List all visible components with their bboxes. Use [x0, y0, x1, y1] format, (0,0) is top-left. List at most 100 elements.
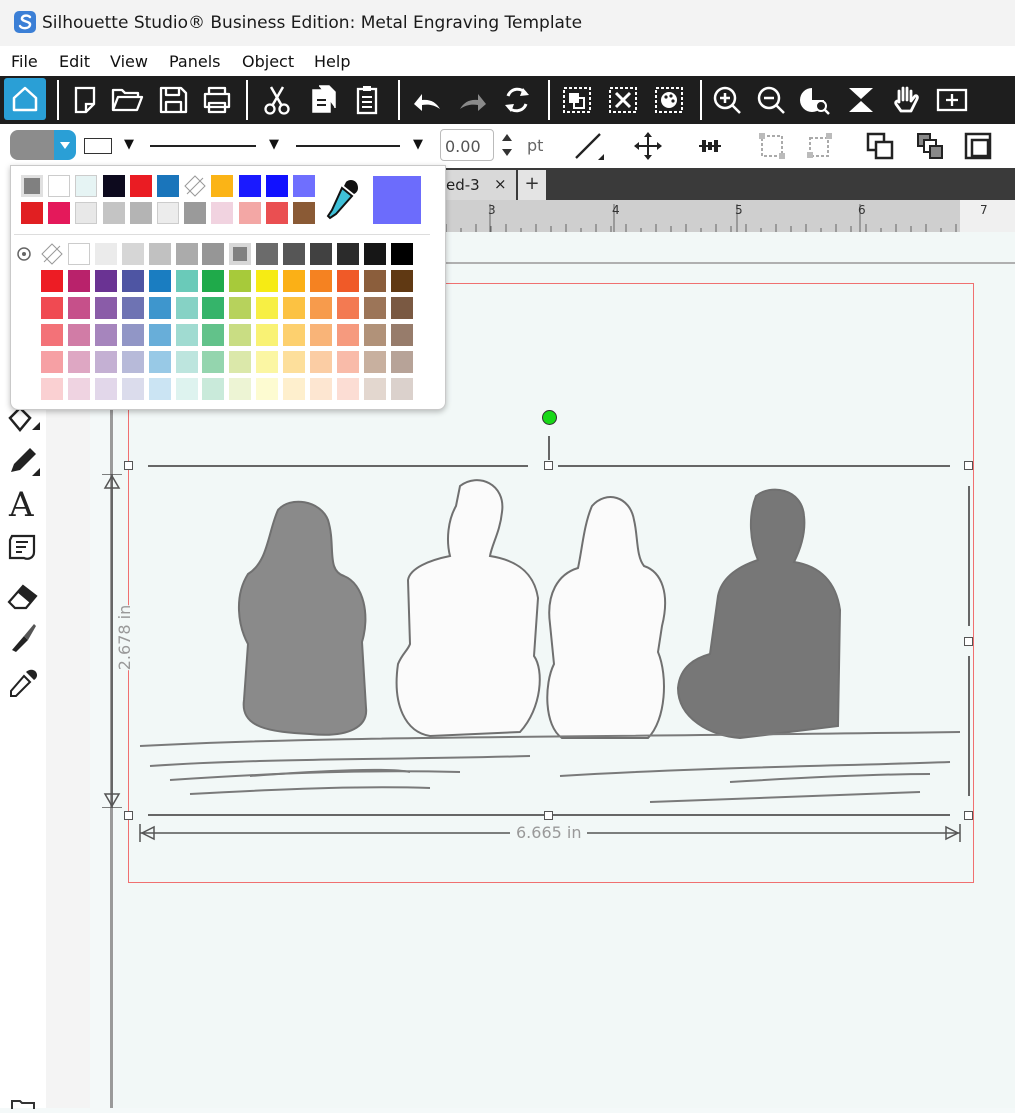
palette-color-swatch[interactable]	[148, 243, 171, 265]
palette-color-swatch[interactable]	[283, 378, 306, 400]
palette-color-swatch[interactable]	[256, 378, 279, 400]
recent-color-swatch[interactable]	[184, 175, 206, 197]
fill-color-dropdown[interactable]	[54, 130, 76, 160]
palette-color-swatch[interactable]	[310, 243, 332, 265]
palette-color-swatch[interactable]	[121, 351, 144, 373]
paste-icon[interactable]	[350, 84, 384, 116]
palette-color-swatch[interactable]	[336, 378, 359, 400]
color-wheel-icon[interactable]	[16, 246, 32, 262]
palette-color-swatch[interactable]	[175, 243, 198, 265]
pan-hand-icon[interactable]	[890, 84, 924, 116]
fill-color-swatch[interactable]	[10, 130, 54, 160]
palette-color-swatch[interactable]	[336, 297, 359, 319]
resize-handle[interactable]	[964, 637, 973, 646]
palette-color-swatch[interactable]	[148, 324, 171, 346]
line-style-rect-icon[interactable]	[84, 138, 112, 154]
palette-color-swatch[interactable]	[390, 378, 413, 400]
recent-color-swatch[interactable]	[265, 202, 288, 224]
palette-color-swatch[interactable]	[256, 270, 279, 292]
palette-color-swatch[interactable]	[94, 270, 117, 292]
menu-object[interactable]: Object	[242, 52, 294, 71]
ungroup-icon[interactable]	[606, 84, 640, 116]
palette-color-swatch[interactable]	[175, 270, 198, 292]
palette-color-swatch[interactable]	[310, 324, 332, 346]
palette-color-swatch[interactable]	[229, 324, 252, 346]
palette-color-swatch[interactable]	[94, 351, 117, 373]
pencil-tool-icon[interactable]	[6, 444, 40, 478]
palette-color-swatch[interactable]	[202, 378, 225, 400]
menu-file[interactable]: File	[11, 52, 38, 71]
palette-color-swatch[interactable]	[67, 297, 90, 319]
menu-panels[interactable]: Panels	[169, 52, 221, 71]
palette-color-swatch[interactable]	[202, 324, 225, 346]
text-tool-icon[interactable]: A	[6, 485, 40, 525]
resize-handle[interactable]	[964, 811, 973, 820]
recent-color-swatch[interactable]	[184, 202, 207, 224]
line-tool-icon[interactable]	[572, 130, 604, 162]
palette-color-swatch[interactable]	[283, 297, 306, 319]
recent-color-swatch[interactable]	[265, 175, 288, 197]
send-backward-icon[interactable]	[914, 130, 946, 162]
home-button[interactable]	[4, 78, 46, 120]
recent-color-swatch[interactable]	[293, 175, 315, 197]
recent-color-swatch[interactable]	[48, 175, 71, 197]
palette-color-swatch[interactable]	[41, 324, 63, 346]
zoom-in-icon[interactable]	[710, 84, 744, 116]
cut-icon[interactable]	[260, 84, 294, 116]
palette-color-swatch[interactable]	[175, 324, 198, 346]
palette-color-swatch[interactable]	[41, 243, 63, 265]
palette-color-swatch[interactable]	[363, 324, 386, 346]
recent-color-swatch[interactable]	[157, 175, 179, 197]
save-icon[interactable]	[156, 84, 190, 116]
palette-color-swatch[interactable]	[363, 243, 386, 265]
palette-color-swatch[interactable]	[202, 351, 225, 373]
palette-color-swatch[interactable]	[94, 324, 117, 346]
palette-color-swatch[interactable]	[390, 351, 413, 373]
transform-rotate-icon[interactable]	[804, 130, 836, 162]
recent-color-swatch[interactable]	[48, 202, 71, 224]
palette-color-swatch[interactable]	[41, 270, 63, 292]
send-to-back-icon[interactable]	[962, 130, 994, 162]
menu-help[interactable]: Help	[314, 52, 350, 71]
eraser-tool-icon[interactable]	[6, 578, 40, 612]
line-width-stepper[interactable]	[500, 130, 514, 160]
palette-color-swatch[interactable]	[229, 378, 252, 400]
palette-color-swatch[interactable]	[67, 378, 90, 400]
transform-box-icon[interactable]	[756, 130, 788, 162]
undo-icon[interactable]	[410, 84, 444, 116]
palette-color-swatch[interactable]	[390, 270, 413, 292]
zoom-out-icon[interactable]	[754, 84, 788, 116]
chevron-down-icon[interactable]: ▼	[413, 137, 423, 152]
recent-color-swatch[interactable]	[157, 202, 179, 224]
palette-color-swatch[interactable]	[283, 351, 306, 373]
fit-to-page-icon[interactable]	[844, 84, 878, 116]
palette-color-swatch[interactable]	[363, 270, 386, 292]
recent-color-swatch[interactable]	[75, 175, 98, 197]
palette-color-swatch[interactable]	[229, 351, 252, 373]
current-color-preview[interactable]	[373, 176, 421, 224]
zoom-to-fit-icon[interactable]	[934, 84, 968, 116]
rotate-handle[interactable]	[542, 410, 557, 425]
recent-color-swatch[interactable]	[21, 175, 43, 197]
recent-color-swatch[interactable]	[129, 175, 152, 197]
tab-close-icon[interactable]: ×	[494, 175, 507, 193]
palette-color-swatch[interactable]	[41, 351, 63, 373]
redo-icon[interactable]	[456, 84, 490, 116]
resize-handle[interactable]	[124, 811, 133, 820]
palette-color-swatch[interactable]	[202, 297, 225, 319]
chevron-down-icon[interactable]: ▼	[269, 137, 279, 152]
palette-color-swatch[interactable]	[121, 324, 144, 346]
recent-color-swatch[interactable]	[75, 202, 98, 224]
palette-color-swatch[interactable]	[229, 270, 252, 292]
recent-color-swatch[interactable]	[293, 202, 315, 224]
palette-color-swatch[interactable]	[310, 270, 332, 292]
menu-view[interactable]: View	[110, 52, 148, 71]
palette-color-swatch[interactable]	[121, 243, 144, 265]
palette-color-swatch[interactable]	[256, 243, 279, 265]
palette-color-swatch[interactable]	[336, 243, 359, 265]
palette-color-swatch[interactable]	[148, 351, 171, 373]
recent-color-swatch[interactable]	[211, 175, 234, 197]
palette-color-swatch[interactable]	[94, 297, 117, 319]
chevron-down-icon[interactable]: ▼	[124, 137, 134, 152]
open-folder-icon[interactable]	[110, 84, 144, 116]
